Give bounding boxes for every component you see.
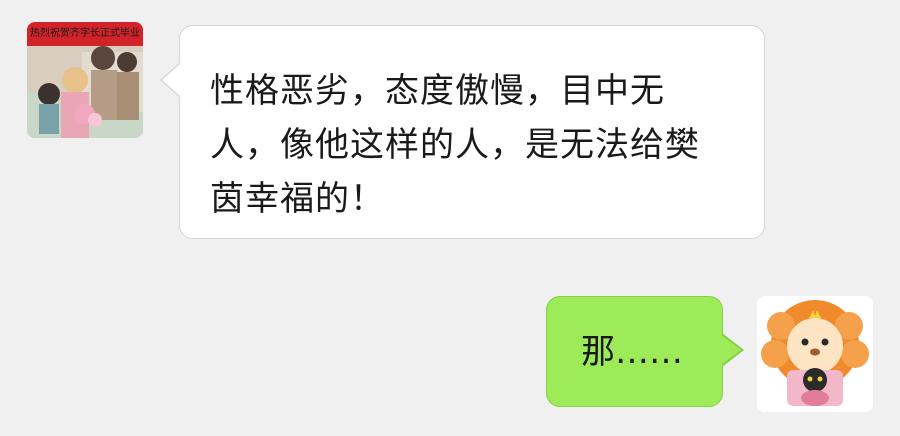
message-text: 那…… [581, 332, 683, 372]
message-text: 性格恶劣，态度傲慢，目中无人，像他这样的人，是无法给樊茵幸福的！ [210, 71, 700, 219]
sender-avatar[interactable]: 热烈祝贺齐字长正式毕业 [27, 22, 143, 138]
avatar-banner-text: 热烈祝贺齐字长正式毕业 [27, 22, 143, 46]
bubble-tail-fill [721, 335, 741, 365]
lion-cartoon-avatar-icon [757, 296, 873, 412]
bubble-tail-fill [162, 64, 180, 96]
chat-window: 热烈祝贺齐字长正式毕业 性格恶劣，态度傲慢，目中无人，像他这样的人，是无法给樊茵… [0, 0, 900, 436]
user-avatar[interactable] [757, 296, 873, 412]
outgoing-message-bubble[interactable]: 那…… [546, 296, 723, 407]
incoming-message-bubble[interactable]: 性格恶劣，态度傲慢，目中无人，像他这样的人，是无法给樊茵幸福的！ [179, 25, 765, 239]
